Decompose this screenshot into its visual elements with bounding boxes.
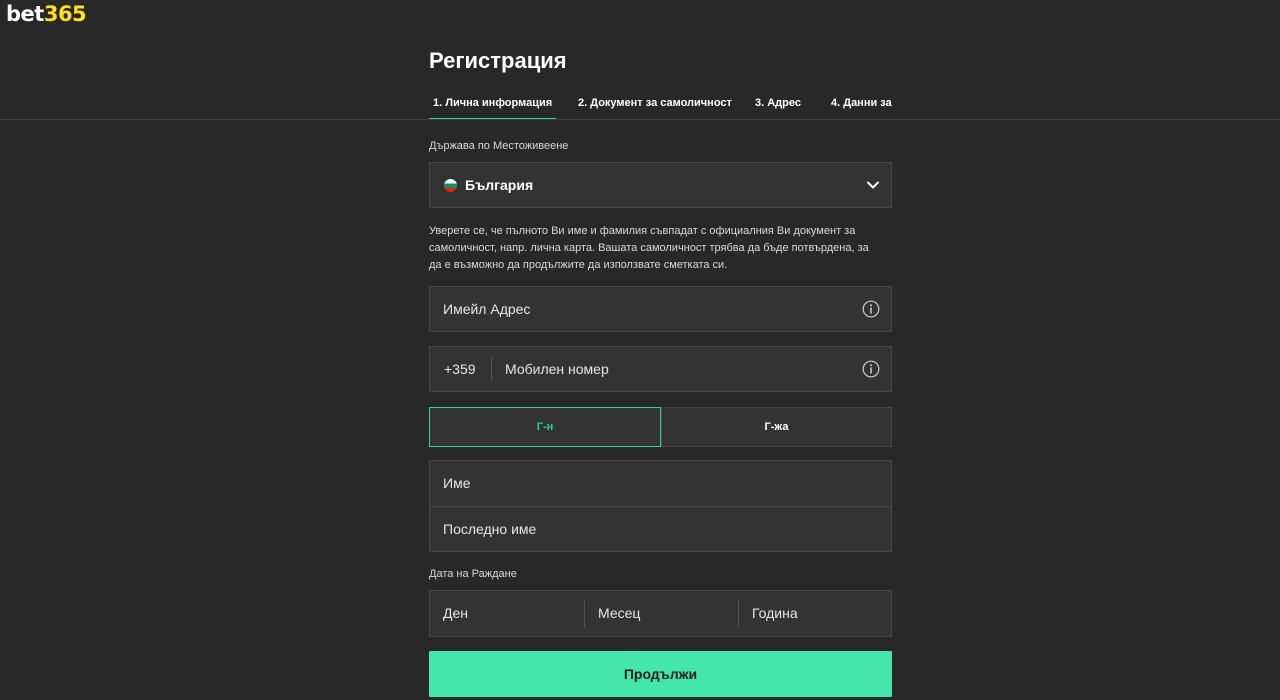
mobile-number-field[interactable]: +359 Мобилен номер	[429, 346, 892, 392]
dob-year-field[interactable]: Година	[739, 591, 892, 636]
email-placeholder: Имейл Адрес	[443, 301, 531, 317]
country-value: България	[465, 177, 534, 193]
registration-steps: 1. Лична информация 2. Документ за самол…	[429, 90, 894, 120]
page-title: Регистрация	[429, 48, 567, 73]
dob-day-field[interactable]: Ден	[430, 591, 583, 636]
steps-divider	[0, 119, 1280, 120]
country-label: Държава по Местоживеене	[429, 140, 569, 152]
name-fields: Име Последно име	[429, 460, 892, 552]
step-address[interactable]: 3. Адрес	[755, 90, 801, 118]
first-name-placeholder: Име	[443, 475, 471, 491]
identity-notice: Уверете се, че пълното Ви име и фамилия …	[429, 225, 869, 271]
dob-label: Дата на Раждане	[429, 568, 517, 580]
bet365-logo[interactable]: bet365	[6, 1, 87, 27]
logo-text-365: 365	[43, 2, 87, 26]
info-icon[interactable]	[862, 360, 880, 378]
prefix-divider	[491, 357, 492, 381]
last-name-placeholder: Последно име	[443, 521, 537, 537]
dob-month-field[interactable]: Месец	[585, 591, 738, 636]
chevron-down-icon	[867, 181, 879, 189]
phone-prefix[interactable]: +359	[444, 361, 476, 377]
mobile-number-placeholder: Мобилен номер	[505, 361, 609, 377]
gender-mr-button[interactable]: Г-н	[429, 407, 661, 447]
step-personal-info[interactable]: 1. Лична информация	[429, 90, 557, 120]
info-icon[interactable]	[862, 300, 880, 318]
dob-year-placeholder: Година	[752, 605, 798, 621]
last-name-field[interactable]: Последно име	[430, 507, 891, 552]
step-account-details[interactable]: 4. Данни за	[831, 90, 892, 118]
gender-mrs-button[interactable]: Г-жа	[661, 407, 892, 447]
first-name-field[interactable]: Име	[430, 461, 891, 506]
step-identity-document[interactable]: 2. Документ за самоличност	[578, 90, 732, 118]
continue-button[interactable]: Продължи	[429, 651, 892, 697]
dob-month-placeholder: Месец	[598, 605, 641, 621]
email-field[interactable]: Имейл Адрес	[429, 286, 892, 332]
date-of-birth-fields: Ден Месец Година	[429, 590, 892, 637]
dob-day-placeholder: Ден	[443, 605, 468, 621]
logo-text-bet: bet	[6, 2, 44, 26]
country-select[interactable]: България	[429, 162, 892, 208]
bulgaria-flag-icon	[444, 179, 457, 192]
